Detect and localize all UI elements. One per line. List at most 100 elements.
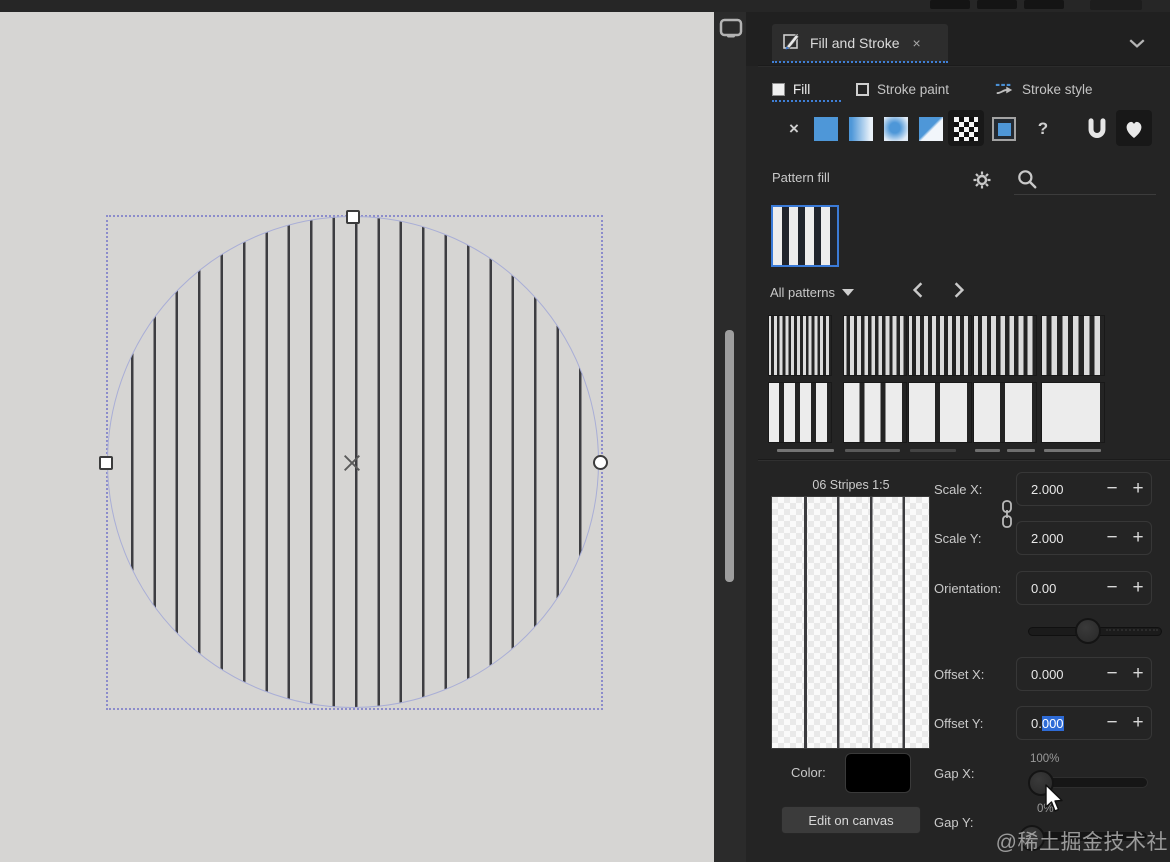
thumbnail-caption-bar: [975, 449, 1000, 452]
scale-x-label: Scale X:: [934, 482, 983, 497]
thumbnail-caption-bar: [1044, 449, 1101, 452]
pattern-fill-label: Pattern fill: [772, 170, 830, 185]
offset-x-decrement-button[interactable]: −: [1099, 658, 1125, 690]
window-top-bar: [0, 0, 1170, 12]
tab-fill[interactable]: Fill: [772, 76, 842, 102]
scale-y-value[interactable]: 2.000: [1017, 531, 1099, 546]
orientation-decrement-button[interactable]: −: [1099, 572, 1125, 604]
offset-y-value[interactable]: 0.000: [1017, 715, 1099, 731]
toolbar-button-partial[interactable]: [930, 0, 970, 9]
orientation-slider-knob[interactable]: [1075, 618, 1101, 644]
orientation-slider-ticks: [1106, 629, 1158, 631]
toolbar-button-partial[interactable]: [977, 0, 1017, 9]
offset-y-decrement-button[interactable]: −: [1099, 707, 1125, 739]
pattern-thumbnail[interactable]: [973, 382, 1037, 443]
fill-tab-icon: [772, 82, 785, 96]
pattern-color-swatch[interactable]: [845, 753, 911, 793]
selected-pattern-name: 06 Stripes 1:5: [812, 478, 890, 492]
offset-x-increment-button[interactable]: +: [1125, 658, 1151, 690]
pattern-thumbnail[interactable]: [973, 315, 1037, 376]
offset-y-spinbox: 0.000 − +: [1016, 706, 1152, 740]
no-paint-button[interactable]: ×: [781, 116, 807, 142]
radial-gradient-button[interactable]: [883, 116, 909, 142]
thumbnail-caption-bar: [910, 449, 956, 452]
stroke-style-tab-icon: [994, 81, 1014, 98]
thumbnail-caption-bar: [1007, 449, 1035, 452]
orientation-label: Orientation:: [934, 581, 1002, 596]
fill-rule-nonzero-button[interactable]: [1121, 116, 1147, 142]
pattern-thumbnail[interactable]: [768, 315, 832, 376]
fill-tab-underline: [772, 100, 841, 102]
scale-y-decrement-button[interactable]: −: [1099, 522, 1125, 554]
tab-stroke-paint[interactable]: Stroke paint: [856, 76, 974, 102]
panel-title: Fill and Stroke: [810, 35, 900, 51]
ellipse-arc-handle[interactable]: [593, 455, 608, 470]
pattern-thumbnail[interactable]: [1041, 382, 1105, 443]
dropdown-arrow-icon: [842, 288, 855, 296]
scale-x-increment-button[interactable]: +: [1125, 473, 1151, 505]
pattern-thumbnail[interactable]: [908, 382, 972, 443]
fill-tab-label: Fill: [793, 81, 811, 97]
gap-y-label: Gap Y:: [934, 815, 974, 830]
pattern-color-label: Color:: [791, 765, 826, 780]
gap-x-label: Gap X:: [934, 766, 975, 781]
close-icon[interactable]: ×: [912, 35, 920, 51]
pattern-thumbnail[interactable]: [843, 315, 907, 376]
panel-separator: [758, 65, 1170, 67]
chevron-down-icon[interactable]: [1128, 36, 1146, 48]
pattern-thumbnail[interactable]: [908, 315, 972, 376]
offset-y-increment-button[interactable]: +: [1125, 707, 1151, 739]
pattern-large-preview: [771, 496, 930, 749]
all-patterns-dropdown[interactable]: All patterns: [770, 282, 855, 302]
search-icon[interactable]: [1016, 168, 1038, 190]
current-pattern-preview[interactable]: [771, 205, 839, 267]
prev-page-icon[interactable]: [911, 281, 927, 299]
grid-divider: [758, 459, 1170, 461]
next-page-icon[interactable]: [952, 281, 968, 299]
inkscape-window: Fill and Stroke × Fill Stroke paint Stro…: [0, 0, 1170, 862]
scale-y-spinbox: 2.000 − +: [1016, 521, 1152, 555]
watermark: @稀土掘金技术社区: [995, 831, 1168, 862]
offset-y-label: Offset Y:: [934, 716, 984, 731]
pattern-thumbnail[interactable]: [1041, 315, 1105, 376]
tab-fill-and-stroke[interactable]: Fill and Stroke ×: [772, 24, 948, 62]
scale-x-spinbox: 2.000 − +: [1016, 472, 1152, 506]
flat-color-button[interactable]: [813, 116, 839, 142]
vertical-scrollbar-thumb[interactable]: [725, 330, 734, 582]
display-mode-icon[interactable]: [719, 18, 743, 40]
tab-stroke-style[interactable]: Stroke style: [994, 76, 1114, 102]
stroke-style-tab-label: Stroke style: [1022, 81, 1093, 97]
mesh-gradient-button[interactable]: [918, 116, 944, 142]
pattern-thumbnail[interactable]: [843, 382, 907, 443]
pattern-button[interactable]: [953, 116, 979, 142]
orientation-value[interactable]: 0.00: [1017, 581, 1099, 596]
unknown-paint-button[interactable]: ?: [1030, 116, 1056, 142]
gear-icon[interactable]: [972, 170, 992, 190]
fill-rule-even-odd-button[interactable]: [1082, 116, 1112, 142]
scale-y-label: Scale Y:: [934, 531, 982, 546]
gap-x-max-label: 100%: [1030, 753, 1060, 765]
orientation-increment-button[interactable]: +: [1125, 572, 1151, 604]
linear-gradient-button[interactable]: [848, 116, 874, 142]
search-field-underline: [1014, 194, 1156, 195]
scale-y-increment-button[interactable]: +: [1125, 522, 1151, 554]
swatch-button[interactable]: [991, 116, 1017, 142]
ellipse-left-handle[interactable]: [99, 456, 113, 470]
toolbar-button-partial[interactable]: [1090, 0, 1142, 10]
stroke-paint-tab-icon: [856, 82, 869, 96]
scale-x-value[interactable]: 2.000: [1017, 482, 1099, 497]
ellipse-top-handle[interactable]: [346, 210, 360, 224]
drawing-canvas[interactable]: [0, 12, 714, 862]
all-patterns-label: All patterns: [770, 284, 836, 300]
pattern-thumbnail[interactable]: [768, 382, 832, 443]
offset-x-label: Offset X:: [934, 667, 985, 682]
toolbar-button-partial[interactable]: [1024, 0, 1064, 9]
link-scale-icon[interactable]: [999, 498, 1015, 530]
thumbnail-caption-bar: [845, 449, 900, 452]
scale-x-decrement-button[interactable]: −: [1099, 473, 1125, 505]
fill-stroke-dialog-icon: [781, 30, 803, 57]
offset-x-value[interactable]: 0.000: [1017, 667, 1099, 682]
stroke-paint-tab-label: Stroke paint: [877, 81, 950, 97]
mouse-cursor: [1042, 783, 1066, 815]
edit-on-canvas-button[interactable]: Edit on canvas: [781, 806, 921, 834]
